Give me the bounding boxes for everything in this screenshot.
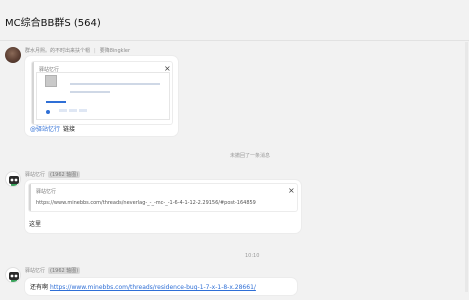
message-text: 还有啊 https://www.minebbs.com/threads/resi… [30, 282, 256, 291]
close-icon[interactable]: × [288, 187, 295, 195]
sender-name[interactable]: 驿站忆行 [25, 268, 45, 274]
user-avatar[interactable] [5, 47, 21, 63]
sender-tag: (1962 轴图) [48, 171, 81, 178]
message-sender: 驿站忆行 (1962 轴图) [25, 267, 81, 274]
message-text: @驿站忆行 链接 [30, 124, 75, 133]
timestamp: 10:10 [245, 253, 260, 259]
separator: | [94, 48, 96, 54]
robot-avatar-icon [9, 272, 19, 282]
thumbnail-chip [69, 109, 77, 112]
quoted-screenshot-thumbnail[interactable] [36, 72, 170, 120]
message-text: 这里 [29, 221, 42, 228]
robot-avatar[interactable] [5, 267, 21, 283]
system-notice: 未撤回了一条消息 [230, 153, 271, 159]
thumbnail-avatar [45, 75, 57, 87]
robot-avatar-icon [9, 176, 19, 186]
message-body: 链接 [63, 126, 76, 133]
quote-block[interactable]: 驿站忆行 × https://www.minebbs.com/threads/n… [29, 184, 297, 211]
mention[interactable]: @驿站忆行 [30, 126, 60, 133]
sender-name[interactable]: 驿站忆行 [25, 172, 45, 178]
message-bubble[interactable]: 还有啊 https://www.minebbs.com/threads/resi… [25, 278, 297, 295]
robot-avatar[interactable] [5, 171, 21, 187]
chat-title: MC综合BB群S (564) [5, 18, 101, 29]
thumbnail-line [70, 83, 160, 85]
quote-sender: 驿站忆行 [36, 189, 57, 195]
thumbnail-chip [79, 109, 87, 112]
sender-remark-extra: 要降8ingkler [99, 48, 131, 54]
message-sender: 群水月熙。的不时出来扶个帽 | 要降8ingkler [25, 47, 130, 54]
sender-remark: 群水月熙。的不时出来扶个帽 [25, 48, 91, 54]
thumbnail-line [70, 91, 110, 93]
sender-tag: (1962 轴图) [48, 267, 81, 274]
scrollbar[interactable] [465, 42, 468, 292]
thumbnail-link [46, 101, 66, 103]
chat-header: MC综合BB群S (564) [0, 0, 469, 41]
message-bubble[interactable]: 驿站忆行 × https://www.minebbs.com/threads/n… [25, 180, 301, 233]
quote-text: https://www.minebbs.com/threads/neverlag… [36, 200, 256, 206]
message-body: 还有啊 [30, 284, 49, 291]
thumbnail-chip [59, 109, 67, 112]
message-link[interactable]: https://www.minebbs.com/threads/residenc… [50, 284, 256, 291]
thumbnail-dot [46, 110, 50, 114]
message-sender: 驿站忆行 (1962 轴图) [25, 171, 81, 178]
